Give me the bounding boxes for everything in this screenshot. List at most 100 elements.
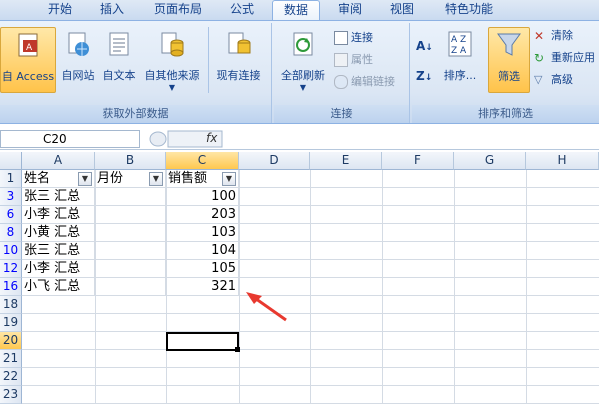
worksheet-grid[interactable]: A B C D E F G H 1 姓名 ▼ 月份 ▼ 销售额 ▼ 3 张三 汇… <box>0 152 599 404</box>
cell-month[interactable] <box>95 206 166 224</box>
properties-button[interactable]: 属性 <box>334 51 373 69</box>
advanced-filter-icon: ▽ <box>534 73 543 86</box>
fill-handle[interactable] <box>235 347 240 352</box>
svg-text:A Z: A Z <box>451 35 466 45</box>
sort-az-icon: A ZZ A <box>448 31 472 57</box>
refresh-all-button[interactable]: 全部刷新 ▼ <box>276 27 330 93</box>
row-header[interactable]: 8 <box>0 224 22 242</box>
row-header[interactable]: 1 <box>0 170 22 188</box>
cell-sales[interactable]: 321 <box>166 278 239 296</box>
cell-month[interactable] <box>95 260 166 278</box>
tab-special[interactable]: 特色功能 <box>434 0 504 20</box>
chain-link-icon <box>334 75 348 89</box>
connections-icon <box>334 31 348 45</box>
reapply-icon: ↻ <box>534 51 545 65</box>
row-header[interactable]: 23 <box>0 386 22 404</box>
from-access-button[interactable]: A 自 Access <box>0 27 56 93</box>
sort-button[interactable]: A ZZ A 排序... <box>438 27 482 93</box>
column-header-f[interactable]: F <box>382 152 454 170</box>
row-header[interactable]: 12 <box>0 260 22 278</box>
cell-name[interactable]: 张三 汇总 <box>22 188 95 206</box>
column-header-e[interactable]: E <box>310 152 382 170</box>
properties-icon <box>334 53 348 67</box>
cell-name[interactable]: 张三 汇总 <box>22 242 95 260</box>
funnel-icon <box>497 33 521 56</box>
refresh-icon <box>293 32 313 56</box>
formula-bar: C20 fx <box>0 128 599 150</box>
cell-month[interactable] <box>95 188 166 206</box>
from-text-button[interactable]: 自文本 <box>100 27 138 93</box>
existing-connections-button[interactable]: 现有连接 <box>208 27 268 93</box>
clear-filter-icon: ✕ <box>534 29 545 43</box>
column-header-h[interactable]: H <box>526 152 599 170</box>
annotation-arrow-icon <box>246 292 287 322</box>
cell-sales[interactable]: 104 <box>166 242 239 260</box>
cell-month[interactable] <box>95 242 166 260</box>
tab-page-layout[interactable]: 页面布局 <box>146 0 210 20</box>
fx-icon[interactable]: fx <box>206 131 217 145</box>
row-header-selected[interactable]: 20 <box>0 332 22 350</box>
group-connections: 全部刷新 ▼ 连接 属性 编辑链接 连接 <box>274 23 410 123</box>
row-header[interactable]: 6 <box>0 206 22 224</box>
group-label-connections: 连接 <box>274 105 409 123</box>
connections-button[interactable]: 连接 <box>334 29 373 47</box>
cell-name[interactable]: 小李 汇总 <box>22 260 95 278</box>
formula-input[interactable] <box>226 130 596 148</box>
row-header[interactable]: 21 <box>0 350 22 368</box>
sort-descending-button[interactable]: Z↓ <box>416 67 432 85</box>
sort-ascending-button[interactable]: A↓ <box>416 37 433 55</box>
row-header[interactable]: 19 <box>0 314 22 332</box>
cell-sales[interactable]: 105 <box>166 260 239 278</box>
cell-month[interactable] <box>95 278 166 296</box>
access-icon: A <box>18 33 38 57</box>
from-web-button[interactable]: 自网站 <box>58 27 98 93</box>
advanced-button[interactable]: ▽ 高级 <box>534 71 573 89</box>
tab-view[interactable]: 视图 <box>382 0 422 20</box>
group-label-sort-filter: 排序和筛选 <box>412 105 599 123</box>
clear-button[interactable]: ✕ 清除 <box>534 27 573 45</box>
select-all-corner[interactable] <box>0 152 22 170</box>
row-header[interactable]: 16 <box>0 278 22 296</box>
row-header[interactable]: 10 <box>0 242 22 260</box>
column-header-g[interactable]: G <box>454 152 526 170</box>
filter-button[interactable]: 筛选 <box>488 27 530 93</box>
database-icon <box>161 32 184 57</box>
ribbon-tabs: 开始 插入 页面布局 公式 数据 审阅 视图 特色功能 <box>0 0 599 20</box>
row-header[interactable]: 18 <box>0 296 22 314</box>
filter-dropdown-name[interactable]: ▼ <box>78 172 92 186</box>
group-external-data: A 自 Access 自网站 自文本 自其他来源 ▼ 现有连接 获取外部数据 <box>0 23 272 123</box>
cell-name[interactable]: 小飞 汇总 <box>22 278 95 296</box>
column-header-b[interactable]: B <box>95 152 166 170</box>
tab-home[interactable]: 开始 <box>40 0 80 20</box>
row-header[interactable]: 22 <box>0 368 22 386</box>
tab-data[interactable]: 数据 <box>272 0 320 20</box>
cell-name[interactable]: 小黄 汇总 <box>22 224 95 242</box>
formula-controls: fx <box>148 130 224 148</box>
cell-sales[interactable]: 203 <box>166 206 239 224</box>
from-other-sources-button[interactable]: 自其他来源 ▼ <box>140 27 204 93</box>
group-sort-filter: A↓ Z↓ A ZZ A 排序... 筛选 ✕ 清除 ↻ 重新应用 ▽ 高级 排序和筛… <box>412 23 599 123</box>
ribbon: A 自 Access 自网站 自文本 自其他来源 ▼ 现有连接 获取外部数据 全… <box>0 20 599 124</box>
filter-dropdown-sales[interactable]: ▼ <box>222 172 236 186</box>
cell-sales[interactable]: 103 <box>166 224 239 242</box>
web-icon <box>68 32 89 56</box>
group-label-external: 获取外部数据 <box>0 105 271 123</box>
dropdown-arrow-icon: ▼ <box>299 83 307 92</box>
dropdown-arrow-icon: ▼ <box>168 83 176 92</box>
cell-month[interactable] <box>95 224 166 242</box>
column-header-d[interactable]: D <box>239 152 310 170</box>
reapply-button[interactable]: ↻ 重新应用 <box>534 49 595 67</box>
filter-dropdown-month[interactable]: ▼ <box>149 172 163 186</box>
row-header[interactable]: 3 <box>0 188 22 206</box>
column-header-c[interactable]: C <box>166 152 239 170</box>
column-header-a[interactable]: A <box>22 152 95 170</box>
selected-cell-c20[interactable] <box>166 332 239 351</box>
edit-links-button[interactable]: 编辑链接 <box>334 73 395 91</box>
existing-connections-icon <box>228 32 250 54</box>
tab-formulas[interactable]: 公式 <box>222 0 262 20</box>
tab-review[interactable]: 审阅 <box>330 0 370 20</box>
cell-sales[interactable]: 100 <box>166 188 239 206</box>
name-box[interactable]: C20 <box>0 130 140 148</box>
cell-name[interactable]: 小李 汇总 <box>22 206 95 224</box>
tab-insert[interactable]: 插入 <box>92 0 132 20</box>
